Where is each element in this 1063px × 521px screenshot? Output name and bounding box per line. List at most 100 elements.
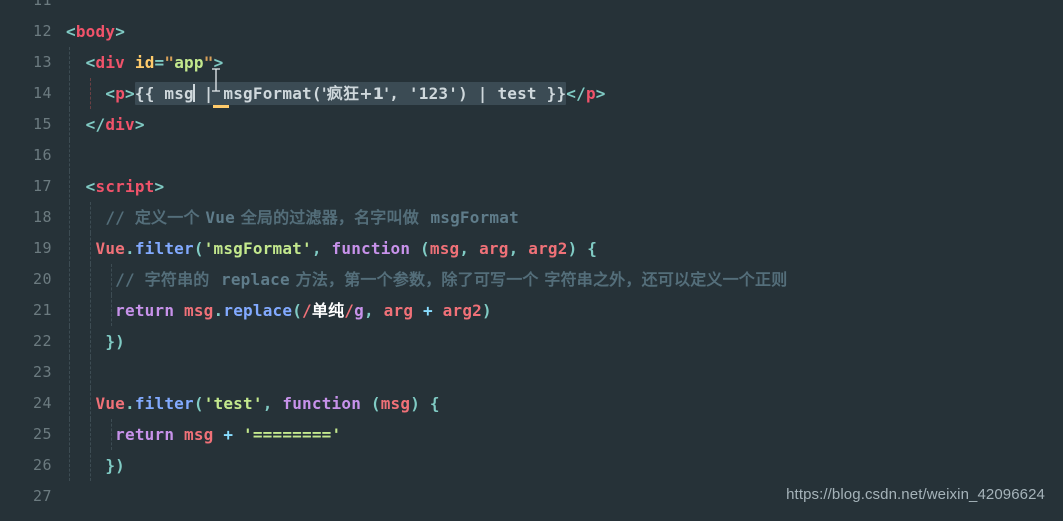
code-line-14[interactable]: 14 <p>{{ msg | msgFormat('疯狂+1', '123') … (0, 78, 1063, 109)
token-comment-slashes: // (105, 208, 135, 227)
token-tag-name: div (95, 53, 126, 72)
token-angle-close: > (125, 84, 135, 103)
token-string-filtername: 'test' (203, 394, 263, 413)
token-object-vue: Vue (95, 239, 125, 258)
line-text[interactable]: <div id="app"> (66, 47, 1063, 78)
code-line-12[interactable]: 12 <body> (0, 16, 1063, 47)
token-angle-open: < (85, 177, 96, 196)
token-paren-close: ) (567, 239, 578, 258)
token-paren-close: ) (410, 394, 421, 413)
token-object-vue: Vue (95, 394, 125, 413)
line-text[interactable]: }) (66, 450, 1063, 481)
token-mustache-open: {{ (134, 84, 165, 103)
token-angle-open: < (105, 84, 116, 103)
line-text[interactable]: <script> (66, 171, 1063, 202)
token-keyword-return: return (115, 425, 175, 444)
token-angle-open: < (66, 22, 76, 41)
line-number: 24 (32, 394, 52, 412)
code-line-21[interactable]: 21 return msg.replace(/单纯/g, arg + arg2) (0, 295, 1063, 326)
line-number: 16 (32, 146, 52, 164)
token-paren-open: ( (193, 239, 204, 258)
token-string-filtername: 'msgFormat' (203, 239, 312, 258)
token-string-separator: '========' (243, 425, 342, 444)
code-line-19[interactable]: 19 Vue.filter('msgFormat', function (msg… (0, 233, 1063, 264)
token-close-angle-open: </ (566, 84, 586, 103)
line-number: 14 (32, 84, 52, 102)
token-pipe-1: | (193, 84, 224, 103)
token-operator-plus: + (213, 425, 244, 444)
token-comment-cjk-2: 方法，第一个参数，除了可写一个 字符串之外，还可以定义一个正则 (289, 270, 788, 289)
token-paren-open-2: ( (370, 394, 381, 413)
line-number: 15 (32, 115, 52, 133)
line-text[interactable]: // 定义一个 Vue 全局的过滤器，名字叫做 msgFormat (66, 202, 1063, 233)
token-dot: . (213, 301, 224, 320)
line-text[interactable]: </div> (66, 109, 1063, 140)
code-line-24[interactable]: 24 Vue.filter('test', function (msg) { (0, 388, 1063, 419)
code-editor[interactable]: 11 12 <body> 13 <div id="app"> 14 <p>{{ … (0, 0, 1063, 521)
token-equals: = (154, 53, 165, 72)
indent-guide (90, 357, 91, 388)
line-text[interactable]: return msg + '========' (66, 419, 1063, 450)
code-line-16[interactable]: 16 (0, 140, 1063, 171)
token-comment-code-replace: replace (221, 270, 290, 289)
token-param-msg: msg (429, 239, 460, 258)
token-tag-name: script (95, 177, 155, 196)
token-comma: , (389, 84, 409, 103)
line-number: 17 (32, 177, 52, 195)
code-line-15[interactable]: 15 </div> (0, 109, 1063, 140)
code-line-20[interactable]: 20 // 字符串的 replace 方法，第一个参数，除了可写一个 字符串之外… (0, 264, 1063, 295)
line-text[interactable]: <body> (66, 16, 1063, 47)
watermark-url: https://blog.csdn.net/weixin_42096624 (786, 486, 1045, 503)
token-method-filter: filter (134, 239, 194, 258)
token-comment-cjk-2: 全局的过滤器，名字叫做 (234, 208, 431, 227)
code-line-25[interactable]: 25 return msg + '========' (0, 419, 1063, 450)
line-number: 18 (32, 208, 52, 226)
token-var-arg2: arg2 (442, 301, 482, 320)
code-line-23[interactable]: 23 (0, 357, 1063, 388)
token-attr-value: app (174, 53, 204, 72)
token-paren-open-2: ( (420, 239, 430, 258)
line-text[interactable]: Vue.filter('msgFormat', function (msg, a… (66, 233, 1063, 264)
token-dot: . (125, 394, 135, 413)
token-close-angle-open: </ (85, 115, 106, 134)
code-line-22[interactable]: 22 }) (0, 326, 1063, 357)
selected-expression[interactable]: {{ msg | msgFormat('疯狂+1', '123') | test… (134, 82, 567, 105)
line-number: 22 (32, 332, 52, 350)
token-mustache-close: }} (536, 84, 567, 103)
line-number: 21 (32, 301, 52, 319)
token-filter-call: msgFormat( (223, 84, 322, 103)
line-number: 19 (32, 239, 52, 257)
token-tag-name: p (115, 84, 126, 103)
code-line-18[interactable]: 18 // 定义一个 Vue 全局的过滤器，名字叫做 msgFormat (0, 202, 1063, 233)
token-keyword-function: function (282, 394, 362, 413)
line-number: 20 (32, 270, 52, 288)
token-quote-open: " (164, 53, 175, 72)
code-line-13[interactable]: 13 <div id="app"> (0, 47, 1063, 78)
token-operator-plus: + (413, 301, 443, 320)
token-filter-arg-2: '123' (408, 84, 459, 103)
token-tag-name: body (75, 22, 116, 41)
token-close-tag-name: p (585, 84, 596, 103)
code-line-26[interactable]: 26 }) (0, 450, 1063, 481)
token-angle-close: > (213, 53, 224, 72)
line-text[interactable]: Vue.filter('test', function (msg) { (66, 388, 1063, 419)
token-regex-flag: g (354, 301, 364, 320)
line-text[interactable]: }) (66, 326, 1063, 357)
code-line-17[interactable]: 17 <script> (0, 171, 1063, 202)
token-close-brace-paren: }) (105, 332, 126, 351)
token-comment-slashes: // (115, 270, 145, 289)
token-comma-2: , (459, 239, 480, 258)
line-text[interactable]: return msg.replace(/单纯/g, arg + arg2) (66, 295, 1063, 326)
line-text[interactable]: // 字符串的 replace 方法，第一个参数，除了可写一个 字符串之外，还可… (66, 264, 1063, 295)
token-comment-cjk-1: 定义一个 (134, 208, 206, 227)
token-filter-test: test (497, 84, 537, 103)
code-line-11[interactable]: 11 (0, 0, 1063, 16)
token-pipe-2: | (467, 84, 498, 103)
token-angle-open: < (85, 53, 96, 72)
line-number: 27 (32, 487, 52, 505)
token-regex-delim-close: / (344, 301, 355, 320)
token-method-replace: replace (223, 301, 293, 320)
